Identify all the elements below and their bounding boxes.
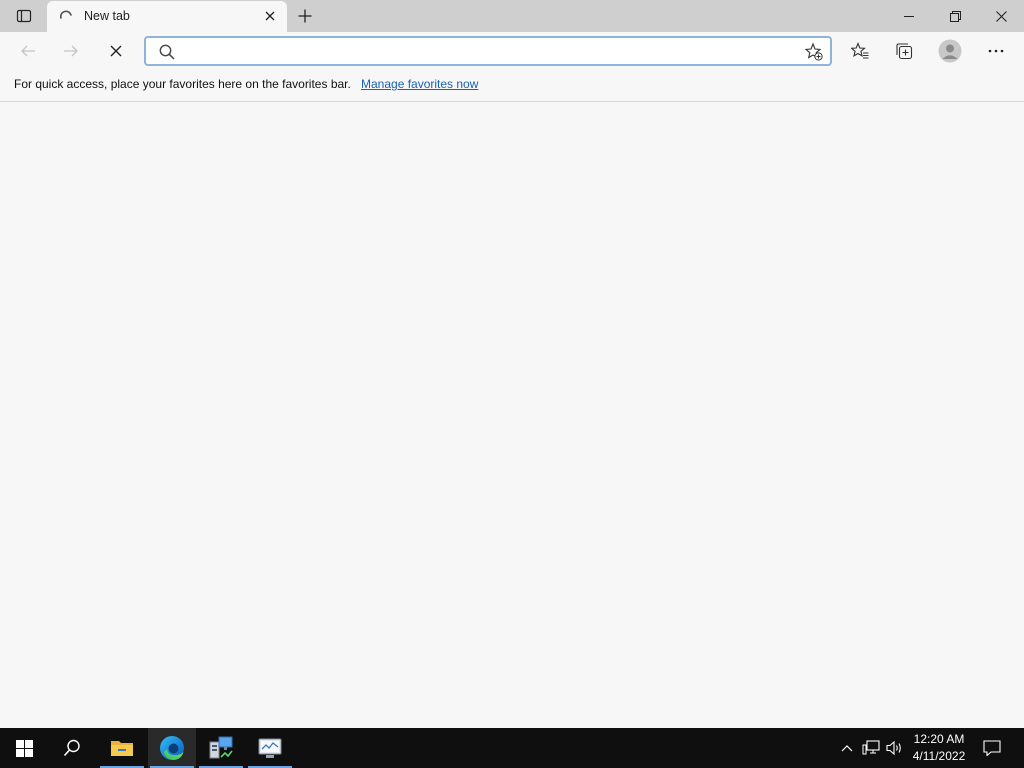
page-content (0, 103, 1024, 728)
minimize-icon (904, 16, 914, 17)
close-tab-button[interactable] (261, 7, 279, 25)
taskbar-network-app[interactable] (246, 728, 294, 768)
server-manager-icon (209, 736, 233, 759)
tab-actions-button[interactable] (8, 4, 40, 28)
restore-button[interactable] (932, 0, 978, 32)
close-icon (265, 11, 275, 21)
more-icon (988, 49, 1004, 53)
profile-icon (938, 39, 962, 63)
favorites-icon (851, 42, 869, 59)
folder-icon (111, 741, 133, 756)
favorites-bar-message: For quick access, place your favorites h… (14, 77, 351, 91)
search-icon (159, 44, 175, 60)
clock-date: 4/11/2022 (912, 749, 966, 763)
back-arrow-icon (21, 45, 35, 57)
collections-icon (896, 43, 913, 60)
tab-title: New tab (84, 9, 130, 23)
action-center-button[interactable] (978, 728, 1006, 768)
taskbar-search-button[interactable] (48, 728, 96, 768)
collections-button[interactable] (888, 35, 920, 67)
forward-arrow-icon (64, 45, 78, 57)
taskbar-server-manager[interactable] (197, 728, 245, 768)
chevron-up-icon (841, 745, 853, 752)
edge-browser-icon (160, 736, 184, 760)
settings-and-more-button[interactable] (980, 35, 1012, 67)
favorites-button[interactable] (844, 35, 876, 67)
stop-button[interactable] (100, 35, 132, 67)
star-add-icon (804, 42, 823, 61)
tab-new-tab[interactable]: New tab (47, 1, 287, 32)
close-icon (995, 10, 1007, 22)
volume-tray-button[interactable] (884, 738, 906, 758)
back-button[interactable] (12, 35, 44, 67)
address-bar[interactable] (144, 36, 832, 66)
network-tray-button[interactable] (860, 738, 882, 758)
add-favorite-button[interactable] (804, 42, 824, 62)
taskbar-clock[interactable]: 12:20 AM 4/11/2022 (904, 731, 974, 765)
network-monitor-icon (258, 738, 282, 758)
plus-icon (298, 9, 312, 23)
network-icon (862, 740, 880, 755)
navigation-toolbar (0, 32, 1024, 70)
taskbar: 12:20 AM 4/11/2022 (0, 728, 1024, 768)
loading-spinner-icon (59, 10, 72, 19)
taskbar-edge[interactable] (148, 728, 196, 768)
windows-logo-icon (15, 739, 33, 757)
manage-favorites-link[interactable]: Manage favorites now (361, 77, 478, 91)
title-bar: New tab (0, 0, 1024, 32)
profile-button[interactable] (934, 35, 966, 67)
address-input[interactable] (182, 41, 792, 61)
tab-actions-icon (16, 9, 32, 23)
taskbar-file-explorer[interactable] (98, 728, 146, 768)
restore-icon (949, 10, 961, 22)
speaker-icon (886, 740, 901, 756)
favorites-bar: For quick access, place your favorites h… (0, 70, 1024, 102)
notification-icon (983, 740, 1001, 756)
stop-icon (110, 45, 122, 57)
show-hidden-icons-button[interactable] (836, 738, 858, 758)
close-window-button[interactable] (978, 0, 1024, 32)
new-tab-button[interactable] (292, 4, 318, 28)
clock-time: 12:20 AM (913, 732, 965, 746)
search-icon (63, 739, 80, 757)
forward-button[interactable] (55, 35, 87, 67)
start-button[interactable] (0, 728, 48, 768)
minimize-button[interactable] (886, 0, 932, 32)
